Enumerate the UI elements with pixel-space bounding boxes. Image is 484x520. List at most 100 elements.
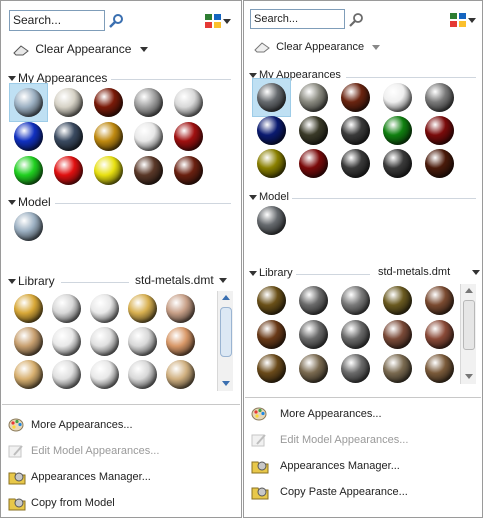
appearance-swatch[interactable] <box>299 286 328 315</box>
menu-item[interactable]: More Appearances... <box>280 408 382 420</box>
appearance-swatch[interactable] <box>94 122 123 151</box>
appearance-swatch[interactable] <box>166 360 195 389</box>
appearance-swatch[interactable] <box>299 354 328 383</box>
appearance-swatch[interactable] <box>52 360 81 389</box>
library-scrollbar[interactable] <box>460 284 476 384</box>
appearance-swatch[interactable] <box>341 320 370 349</box>
library-file-select[interactable]: std-metals.dmt <box>378 266 481 278</box>
appearance-swatch[interactable] <box>174 88 203 117</box>
appearance-swatch[interactable] <box>383 116 412 145</box>
library-header[interactable]: Library <box>249 267 293 279</box>
chevron-down-icon <box>223 19 231 24</box>
appearance-swatch[interactable] <box>90 294 119 323</box>
appearance-swatch[interactable] <box>299 320 328 349</box>
appearance-swatch[interactable] <box>257 320 286 349</box>
model-header[interactable]: Model <box>8 195 51 209</box>
appearance-swatch[interactable] <box>383 286 412 315</box>
menu-item[interactable]: Copy from Model <box>31 497 115 509</box>
appearance-swatch[interactable] <box>14 294 43 323</box>
appearance-swatch[interactable] <box>14 360 43 389</box>
scroll-thumb[interactable] <box>220 307 232 357</box>
clear-appearance-button[interactable]: Clear Appearance <box>13 42 148 60</box>
model-header[interactable]: Model <box>249 191 289 203</box>
menu-item[interactable]: Appearances Manager... <box>280 460 400 472</box>
appearance-swatch[interactable] <box>425 354 454 383</box>
appearance-swatch[interactable] <box>383 320 412 349</box>
collapse-triangle-icon <box>8 76 16 82</box>
appearance-swatch[interactable] <box>128 360 157 389</box>
appearance-swatch[interactable] <box>257 354 286 383</box>
appearance-swatch[interactable] <box>14 122 43 151</box>
appearance-swatch[interactable] <box>383 149 412 178</box>
clear-appearance-button[interactable]: Clear Appearance <box>254 41 381 59</box>
menu-item[interactable]: Copy Paste Appearance... <box>280 486 408 498</box>
appearance-swatch[interactable] <box>425 116 454 145</box>
appearance-swatch[interactable] <box>54 88 83 117</box>
appearance-swatch[interactable] <box>425 286 454 315</box>
library-header[interactable]: Library <box>8 274 55 288</box>
grid-view-icon <box>205 14 221 28</box>
appearance-swatch[interactable] <box>425 149 454 178</box>
appearance-swatch[interactable] <box>52 327 81 356</box>
appearance-swatch[interactable] <box>52 294 81 323</box>
appearance-swatch[interactable] <box>14 88 43 117</box>
appearance-swatch[interactable] <box>383 354 412 383</box>
appearance-swatch[interactable] <box>14 327 43 356</box>
library-scrollbar[interactable] <box>217 291 233 391</box>
appearance-swatch[interactable] <box>257 149 286 178</box>
appearance-swatch[interactable] <box>90 360 119 389</box>
scroll-up-icon[interactable] <box>222 295 230 300</box>
search-input[interactable]: Search... <box>9 10 105 31</box>
menu-item[interactable]: Appearances Manager... <box>31 471 151 483</box>
appearance-swatch[interactable] <box>341 83 370 112</box>
menu-item[interactable]: More Appearances... <box>31 419 133 431</box>
appearance-swatch[interactable] <box>257 116 286 145</box>
appearance-swatch[interactable] <box>128 327 157 356</box>
appearance-swatch[interactable] <box>128 294 157 323</box>
scroll-down-icon[interactable] <box>222 381 230 386</box>
appearance-swatch[interactable] <box>166 294 195 323</box>
scroll-thumb[interactable] <box>463 300 475 350</box>
folder-ball-icon <box>251 484 269 500</box>
search-icon[interactable] <box>108 13 124 29</box>
appearance-swatch[interactable] <box>174 156 203 185</box>
view-options-button[interactable] <box>205 14 231 28</box>
appearance-swatch[interactable] <box>94 156 123 185</box>
library-file-select[interactable]: std-metals.dmt <box>135 273 227 287</box>
eraser-icon <box>254 42 270 53</box>
appearance-swatch[interactable] <box>299 116 328 145</box>
appearance-swatch[interactable] <box>425 320 454 349</box>
appearance-panel-left: Search... Clear Appearance My Appearance… <box>0 0 242 518</box>
appearance-swatch[interactable] <box>257 83 286 112</box>
appearance-swatch[interactable] <box>341 286 370 315</box>
appearance-swatch[interactable] <box>134 88 163 117</box>
appearance-swatch[interactable] <box>90 327 119 356</box>
appearance-swatch[interactable] <box>299 149 328 178</box>
collapse-triangle-icon <box>8 200 16 206</box>
appearance-swatch[interactable] <box>299 83 328 112</box>
appearance-swatch[interactable] <box>341 149 370 178</box>
view-options-button[interactable] <box>450 13 476 27</box>
appearance-swatch[interactable] <box>257 206 286 235</box>
chevron-down-icon <box>468 18 476 23</box>
appearance-swatch[interactable] <box>425 83 454 112</box>
appearance-swatch[interactable] <box>14 156 43 185</box>
appearance-swatch[interactable] <box>94 88 123 117</box>
appearance-swatch[interactable] <box>14 212 43 241</box>
appearance-swatch[interactable] <box>54 122 83 151</box>
appearance-swatch[interactable] <box>134 122 163 151</box>
appearance-swatch[interactable] <box>383 83 412 112</box>
scroll-up-icon[interactable] <box>465 288 473 293</box>
search-icon[interactable] <box>348 12 364 28</box>
appearance-swatch[interactable] <box>134 156 163 185</box>
search-input[interactable]: Search... <box>250 9 345 29</box>
appearance-swatch[interactable] <box>257 286 286 315</box>
appearance-swatch[interactable] <box>341 354 370 383</box>
appearance-swatch[interactable] <box>341 116 370 145</box>
appearance-swatch[interactable] <box>54 156 83 185</box>
scroll-down-icon[interactable] <box>465 374 473 379</box>
menu-separator <box>245 397 481 398</box>
appearance-swatch[interactable] <box>174 122 203 151</box>
appearance-swatch[interactable] <box>166 327 195 356</box>
collapse-triangle-icon <box>8 279 16 285</box>
